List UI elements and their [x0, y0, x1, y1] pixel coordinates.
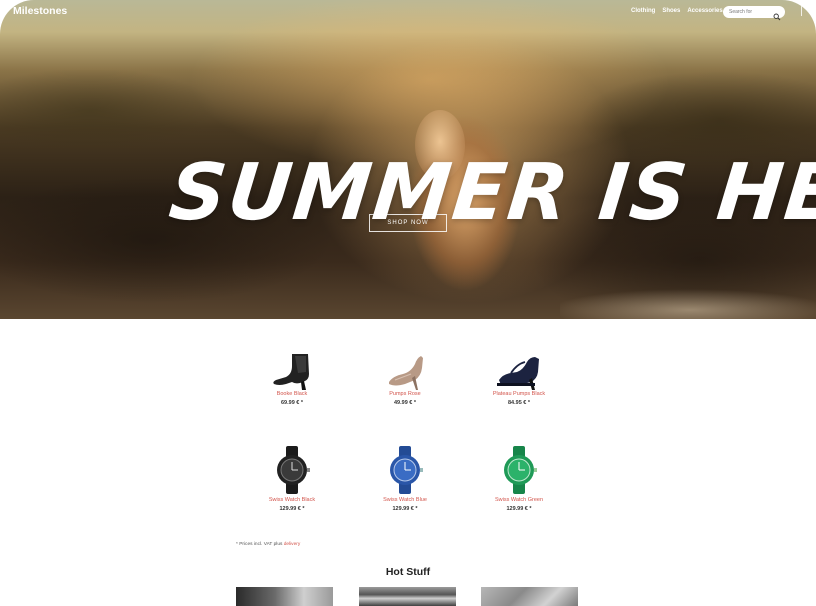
hot-stuff-image[interactable] [359, 587, 456, 606]
watch-icon [277, 446, 310, 494]
product-price: 129.99 € * [506, 506, 532, 512]
search-input[interactable] [729, 8, 773, 16]
page-frame: Shop Now Summer is here Milestones Cloth… [0, 0, 816, 606]
footnote-text: * Prices incl. VAT plus [236, 542, 284, 547]
product-price: 49.99 € * [393, 400, 417, 406]
product-name[interactable]: Booke Black [237, 391, 347, 397]
price-footnote: * Prices incl. VAT plus delivery [236, 542, 300, 547]
delivery-link[interactable]: delivery [284, 542, 301, 547]
watch-icon [504, 446, 537, 494]
search-icon[interactable] [773, 8, 781, 21]
nav-link-accessories[interactable]: Accessories [687, 8, 722, 14]
hero-background-ground [560, 280, 816, 319]
nav-links: Clothing Shoes Accessories [631, 8, 723, 14]
high-heel-pump-icon [389, 356, 423, 390]
product-price: 129.99 € * [279, 506, 305, 512]
nav-link-shoes[interactable]: Shoes [662, 8, 680, 14]
site-logo[interactable]: Milestones [13, 5, 67, 17]
nav-link-clothing[interactable]: Clothing [631, 8, 655, 14]
hero-banner: Shop Now Summer is here [0, 0, 816, 319]
product-name[interactable]: Pumps Rose [350, 391, 460, 397]
product-name[interactable]: Swiss Watch Blue [350, 497, 460, 503]
product-name[interactable]: Swiss Watch Black [237, 497, 347, 503]
hot-stuff-image[interactable] [481, 587, 578, 606]
ankle-boot-icon [273, 354, 309, 390]
hero-headline: Summer is here [165, 148, 816, 238]
product-price: 129.99 € * [392, 506, 418, 512]
strap-pump-icon [497, 357, 539, 390]
product-name[interactable]: Plateau Pumps Black [464, 391, 574, 397]
product-price: 69.99 € * [280, 400, 304, 406]
product-name[interactable]: Swiss Watch Green [464, 497, 574, 503]
watch-icon [390, 446, 423, 494]
search-box [723, 6, 785, 21]
section-title: Hot Stuff [385, 566, 431, 578]
product-price: 84.95 € * [507, 400, 531, 406]
hot-stuff-image[interactable] [236, 587, 333, 606]
nav-divider [801, 6, 807, 16]
top-nav: Milestones Clothing Shoes Accessories [0, 0, 816, 24]
